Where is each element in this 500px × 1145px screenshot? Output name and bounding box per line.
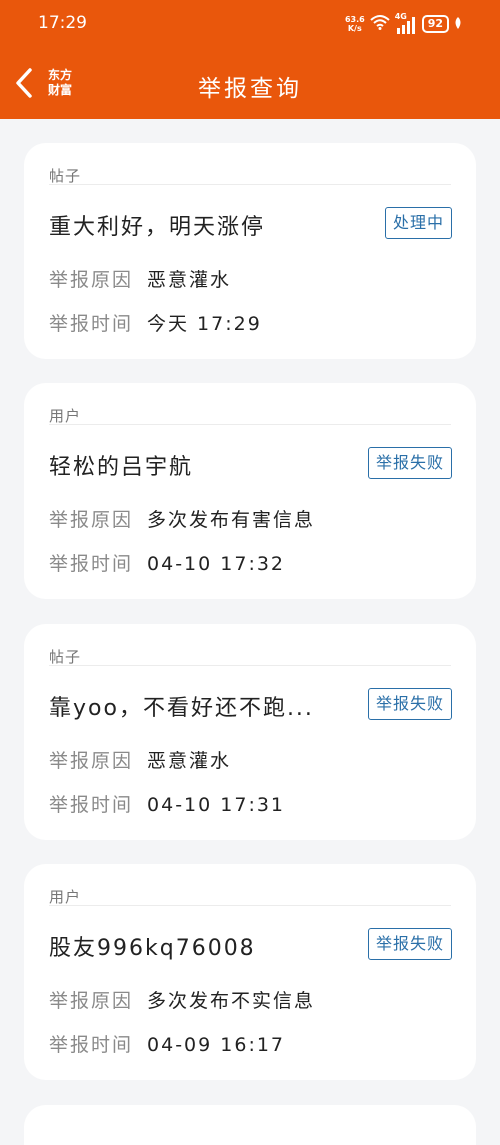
card-divider [49, 905, 451, 906]
network-speed-unit: K/s [347, 24, 362, 33]
report-time-label: 举报时间 [49, 1034, 134, 1056]
status-badge: 处理中 [384, 207, 452, 239]
report-type: 用户 [49, 888, 82, 906]
report-reason-label: 举报原因 [49, 509, 134, 531]
report-time-row: 举报时间 今天 17:29 [49, 309, 262, 336]
report-card[interactable]: 帖子 靠yoo，不看好还不跑... 举报失败 举报原因 恶意灌水 举报时间 04-1… [24, 624, 476, 840]
leaf-icon [454, 15, 462, 34]
card-divider [49, 665, 451, 666]
status-badge: 举报失败 [367, 928, 452, 960]
page-title: 举报查询 [198, 76, 302, 102]
report-time-label: 举报时间 [49, 313, 134, 335]
network-speed: 63.6 K/s [345, 15, 365, 33]
report-type: 用户 [49, 407, 82, 425]
report-reason-row: 举报原因 恶意灌水 [49, 265, 231, 292]
status-icons: 63.6 K/s 4G 92 [345, 12, 462, 36]
report-time-value: 04-10 17:31 [147, 794, 286, 816]
report-card[interactable]: 用户 轻松的吕宇航 举报失败 举报原因 多次发布有害信息 举报时间 04-10 17… [24, 383, 476, 599]
report-reason-value: 恶意灌水 [147, 750, 232, 772]
report-target-title: 靠yoo，不看好还不跑... [49, 696, 314, 721]
card-divider [49, 424, 451, 425]
status-time: 17:29 [38, 13, 87, 33]
report-time-value: 今天 17:29 [147, 313, 262, 335]
report-type: 帖子 [49, 648, 82, 666]
report-time-row: 举报时间 04-10 17:32 [49, 549, 285, 576]
app-header: 17:29 63.6 K/s 4G 92 东方 财富 举报查询 [0, 0, 500, 119]
report-time-value: 04-09 16:17 [147, 1034, 286, 1056]
report-time-row: 举报时间 04-10 17:31 [49, 790, 285, 817]
report-reason-label: 举报原因 [49, 990, 134, 1012]
report-card-partial [24, 1105, 476, 1145]
network-type-label: 4G [394, 12, 407, 21]
report-time-label: 举报时间 [49, 553, 134, 575]
report-reason-label: 举报原因 [49, 269, 134, 291]
battery-indicator: 92 [421, 15, 449, 33]
status-bar: 17:29 63.6 K/s 4G 92 [0, 0, 500, 50]
report-reason-row: 举报原因 多次发布不实信息 [49, 986, 315, 1013]
cellular-signal-icon: 4G [394, 12, 417, 34]
nav-bar: 东方 财富 举报查询 [0, 50, 500, 119]
report-target-title: 重大利好，明天涨停 [49, 215, 266, 240]
report-time-value: 04-10 17:32 [147, 553, 286, 575]
report-target-title: 股友996kq76008 [49, 936, 256, 961]
report-target-title: 轻松的吕宇航 [49, 455, 194, 480]
report-reason-label: 举报原因 [49, 750, 134, 772]
network-speed-value: 63.6 [344, 15, 365, 24]
status-badge: 举报失败 [367, 447, 452, 479]
card-divider [49, 184, 451, 185]
report-time-label: 举报时间 [49, 794, 134, 816]
wifi-icon [370, 14, 390, 34]
report-reason-value: 恶意灌水 [147, 269, 232, 291]
report-type: 帖子 [49, 167, 82, 185]
report-reason-row: 举报原因 恶意灌水 [49, 746, 231, 773]
status-badge: 举报失败 [367, 688, 452, 720]
report-reason-value: 多次发布不实信息 [147, 990, 316, 1012]
report-card[interactable]: 帖子 重大利好，明天涨停 处理中 举报原因 恶意灌水 举报时间 今天 17:29 [24, 143, 476, 359]
report-reason-value: 多次发布有害信息 [147, 509, 316, 531]
report-card[interactable]: 用户 股友996kq76008 举报失败 举报原因 多次发布不实信息 举报时间 04… [24, 864, 476, 1080]
report-time-row: 举报时间 04-09 16:17 [49, 1030, 285, 1057]
report-reason-row: 举报原因 多次发布有害信息 [49, 505, 315, 532]
